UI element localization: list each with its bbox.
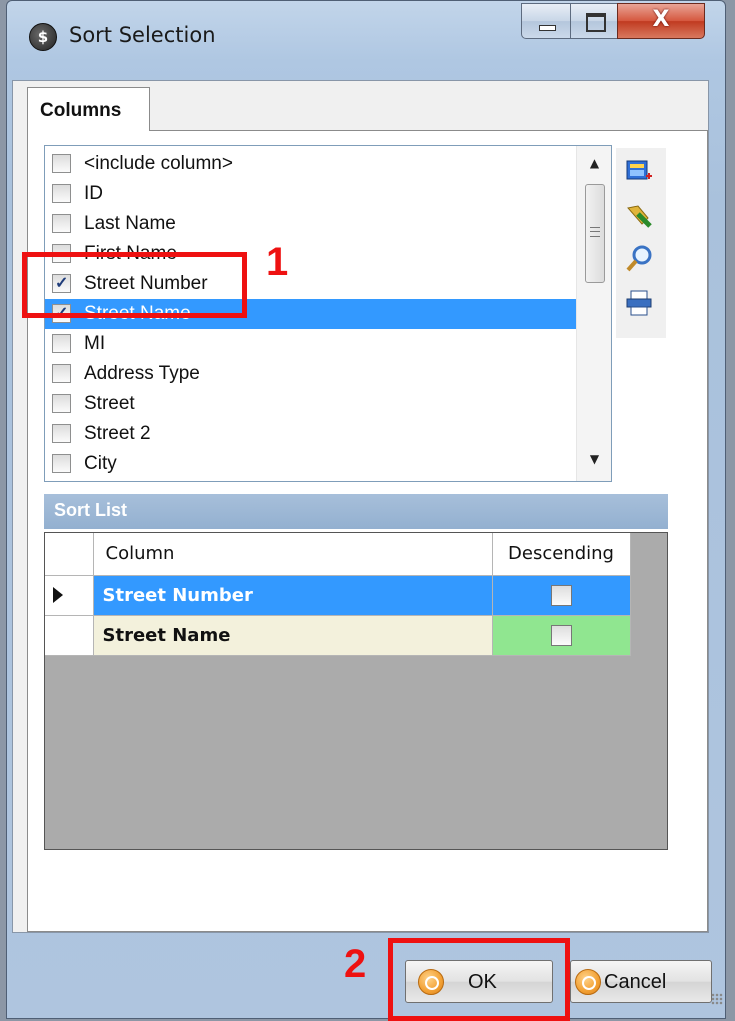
minimize-button[interactable] <box>521 3 571 39</box>
column-label: City <box>84 453 117 474</box>
list-item[interactable]: ID <box>45 179 577 209</box>
column-label: Street <box>84 393 135 414</box>
brush-icon[interactable] <box>624 200 654 230</box>
descending-cell[interactable] <box>492 575 631 616</box>
sort-column-cell[interactable]: Street Name <box>93 615 493 656</box>
list-item[interactable]: <include column> <box>45 149 577 179</box>
column-checkbox[interactable] <box>52 184 71 203</box>
column-label: Address Type <box>84 363 200 384</box>
column-checkbox[interactable] <box>52 394 71 413</box>
sort-list-table: Column Descending Street Number Street N… <box>45 533 631 656</box>
column-label: Last Name <box>84 213 176 234</box>
column-checkbox[interactable] <box>52 364 71 383</box>
row-selector[interactable] <box>45 575 94 616</box>
printer-icon[interactable] <box>624 288 654 318</box>
resize-grip-icon[interactable] <box>711 993 723 1005</box>
title-bar[interactable]: $ Sort Selection X <box>7 1 725 71</box>
columns-toolstrip <box>616 148 666 338</box>
list-item[interactable]: Street <box>45 389 577 419</box>
descending-checkbox[interactable] <box>550 624 572 646</box>
cancel-button[interactable]: Cancel <box>570 960 712 1003</box>
maximize-button[interactable] <box>570 3 618 39</box>
row-header-corner <box>45 533 94 576</box>
column-label: MI <box>84 333 106 354</box>
grip-icon <box>590 227 600 237</box>
list-item[interactable]: Street 2 <box>45 419 577 449</box>
annotation-highlight-box <box>22 252 247 318</box>
column-label: ID <box>84 183 103 204</box>
minimize-icon <box>539 25 556 31</box>
scroll-down-arrow-icon[interactable]: ▼ <box>577 446 611 472</box>
annotation-highlight-box <box>388 938 570 1021</box>
magnifier-icon[interactable] <box>624 244 654 274</box>
list-item[interactable]: MI <box>45 329 577 359</box>
column-checkbox[interactable] <box>52 214 71 233</box>
app-icon: $ <box>29 23 57 51</box>
descending-cell[interactable] <box>492 615 631 656</box>
column-checkbox[interactable] <box>52 424 71 443</box>
column-checkbox[interactable] <box>52 334 71 353</box>
descending-checkbox[interactable] <box>550 584 572 606</box>
column-label: Street 2 <box>84 423 151 444</box>
maximize-icon <box>586 13 606 32</box>
column-header-descending[interactable]: Descending <box>492 533 631 576</box>
tab-columns[interactable]: Columns <box>27 87 150 131</box>
list-item[interactable]: City <box>45 449 577 479</box>
current-row-arrow-icon <box>53 587 63 603</box>
cancel-label: Cancel <box>604 971 667 993</box>
window-title: Sort Selection <box>69 23 216 47</box>
list-item[interactable]: Last Name <box>45 209 577 239</box>
grid-header-row: Column Descending <box>45 533 631 576</box>
add-column-icon[interactable] <box>624 158 654 188</box>
close-icon: X <box>652 7 670 32</box>
close-button[interactable]: X <box>617 3 705 39</box>
row-selector[interactable] <box>45 615 94 656</box>
scroll-thumb[interactable] <box>585 184 605 283</box>
sort-list-grid[interactable]: Column Descending Street Number Street N… <box>44 532 668 850</box>
column-checkbox[interactable] <box>52 154 71 173</box>
sort-list-header: Sort List <box>44 494 668 529</box>
scroll-up-arrow-icon[interactable]: ▲ <box>577 150 611 176</box>
cancel-icon <box>575 969 601 995</box>
sort-column-cell[interactable]: Street Number <box>93 575 493 616</box>
column-label: <include column> <box>84 153 233 174</box>
annotation-step-number: 1 <box>266 240 289 284</box>
columns-scrollbar[interactable]: ▲ ▼ <box>576 146 611 481</box>
column-checkbox[interactable] <box>52 454 71 473</box>
table-row[interactable]: Street Name <box>45 615 631 656</box>
sort-column-name: Street Name <box>102 624 231 646</box>
annotation-step-number: 2 <box>344 942 367 986</box>
column-header-column[interactable]: Column <box>93 533 493 576</box>
sort-column-name: Street Number <box>102 584 253 606</box>
list-item[interactable]: Address Type <box>45 359 577 389</box>
table-row[interactable]: Street Number <box>45 575 631 616</box>
